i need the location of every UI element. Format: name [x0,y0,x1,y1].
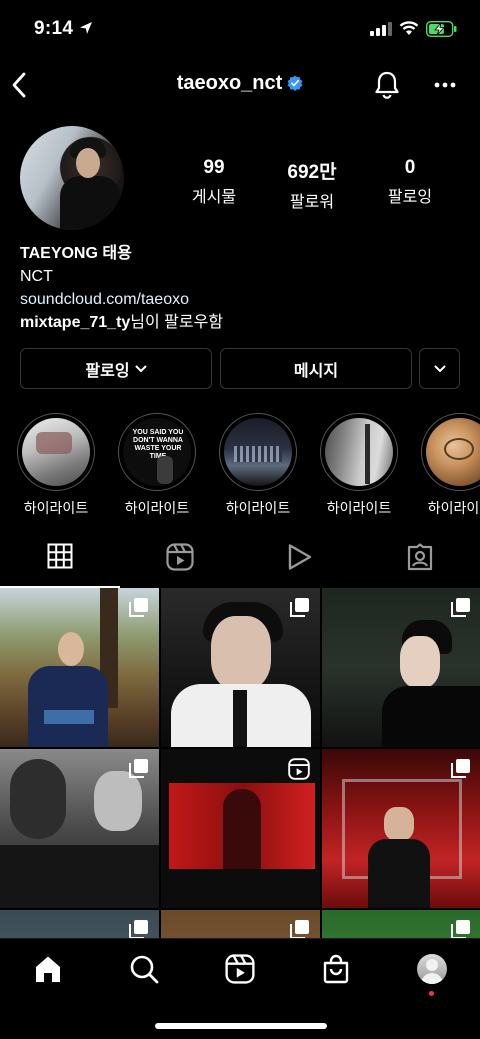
more-options-icon[interactable] [434,82,456,88]
chevron-down-icon [135,365,147,372]
followers-count[interactable]: 692만 팔로워 [262,157,362,212]
bio-category: NCT [20,268,53,285]
story-highlight[interactable]: YOU SAID YOU DON'T WANNA WASTE YOUR TIME… [118,413,196,518]
notification-dot [429,991,434,996]
post-thumbnail[interactable] [322,749,480,908]
stat-label: 팔로워 [289,194,335,211]
notification-bell-icon[interactable] [372,70,402,100]
highlight-cover [224,418,292,486]
carousel-icon [451,920,470,938]
reels-icon [166,543,194,571]
tab-posts-grid[interactable] [0,543,120,587]
profile-bio: TAEYONG 태용 NCT soundcloud.com/taeoxo mix… [20,242,223,334]
battery-charging-icon [426,21,457,37]
followed-by-suffix: 님이 팔로우함 [130,314,224,331]
stat-value: 692만 [287,162,337,183]
nav-search[interactable] [128,953,160,985]
profile-header: taeoxo_nct [0,58,480,112]
highlight-label: 하이라이트 [124,500,190,516]
location-arrow-icon [80,22,92,34]
profile-avatar[interactable] [20,126,124,230]
status-time: 9:14 [34,18,74,39]
carousel-icon [451,598,470,617]
followed-by-user: mixtape_71_ty [20,314,131,331]
status-bar: 9:14 [0,0,480,58]
post-thumbnail[interactable] [161,588,320,747]
shop-icon [323,954,349,984]
carousel-icon [290,598,309,617]
story-highlight[interactable]: 하이라이트 [320,413,398,518]
highlight-label: 하이라이트 [427,500,480,516]
carousel-icon [290,920,309,938]
following-button[interactable]: 팔로잉 [20,348,212,389]
stat-value: 0 [404,157,416,178]
home-icon [36,956,60,982]
post-thumbnail[interactable] [0,749,159,908]
post-thumbnail[interactable] [161,749,320,908]
cellular-signal-icon [370,22,392,36]
following-count[interactable]: 0 팔로잉 [360,157,460,207]
nav-shop[interactable] [320,953,352,985]
posts-count[interactable]: 99 게시물 [164,157,264,207]
stat-label: 게시물 [191,189,237,206]
message-button-label: 메시지 [293,362,339,380]
highlight-label: 하이라이트 [23,500,89,516]
reels-icon [225,954,255,984]
tab-tagged[interactable] [360,543,480,587]
posts-grid [0,588,480,938]
tab-videos[interactable] [240,543,360,587]
play-icon [288,544,312,570]
bottom-navigation [0,938,480,1039]
chevron-down-icon [434,365,445,372]
followed-by-line[interactable]: mixtape_71_ty님이 팔로우함 [20,311,223,334]
carousel-icon [451,759,470,778]
post-thumbnail[interactable] [0,910,159,938]
highlight-cover [325,418,393,486]
post-thumbnail[interactable] [322,588,480,747]
profile-username-title: taeoxo_nct [0,72,480,95]
stat-label: 팔로잉 [387,189,433,206]
reel-icon [288,758,310,780]
stat-value: 99 [203,157,225,178]
highlight-cover [426,418,480,486]
nav-reels[interactable] [224,953,256,985]
home-indicator [155,1023,327,1029]
search-icon [130,955,159,984]
bio-link[interactable]: soundcloud.com/taeoxo [20,288,223,311]
tagged-icon [407,543,433,571]
highlight-label: 하이라이트 [225,500,291,516]
carousel-icon [129,759,148,778]
story-highlight[interactable]: 하이라이트 [17,413,95,518]
message-button[interactable]: 메시지 [220,348,412,389]
highlight-cover [22,418,90,486]
following-button-label: 팔로잉 [85,362,130,380]
profile-avatar-small [417,954,447,984]
avatar-photo-detail [76,148,100,178]
post-thumbnail[interactable] [161,910,320,938]
story-highlight[interactable]: 하이라이트 [421,413,480,518]
display-name: TAEYONG 태용 [20,245,132,262]
wifi-icon [399,21,419,35]
highlight-cover-text: YOU SAID YOU DON'T WANNA WASTE YOUR TIME [132,429,184,460]
story-highlight[interactable]: 하이라이트 [219,413,297,518]
highlight-cover: YOU SAID YOU DON'T WANNA WASTE YOUR TIME [123,418,191,486]
nav-profile[interactable] [416,953,448,985]
suggested-accounts-button[interactable] [419,348,460,389]
username: taeoxo_nct [176,72,283,94]
carousel-icon [129,920,148,938]
post-thumbnail[interactable] [322,910,480,938]
grid-icon [47,543,73,569]
avatar-photo [60,176,120,230]
nav-home[interactable] [32,953,64,985]
carousel-icon [129,598,148,617]
post-thumbnail[interactable] [0,588,159,747]
highlight-label: 하이라이트 [326,500,392,516]
tab-reels[interactable] [120,543,240,587]
verified-badge-icon [287,75,303,91]
